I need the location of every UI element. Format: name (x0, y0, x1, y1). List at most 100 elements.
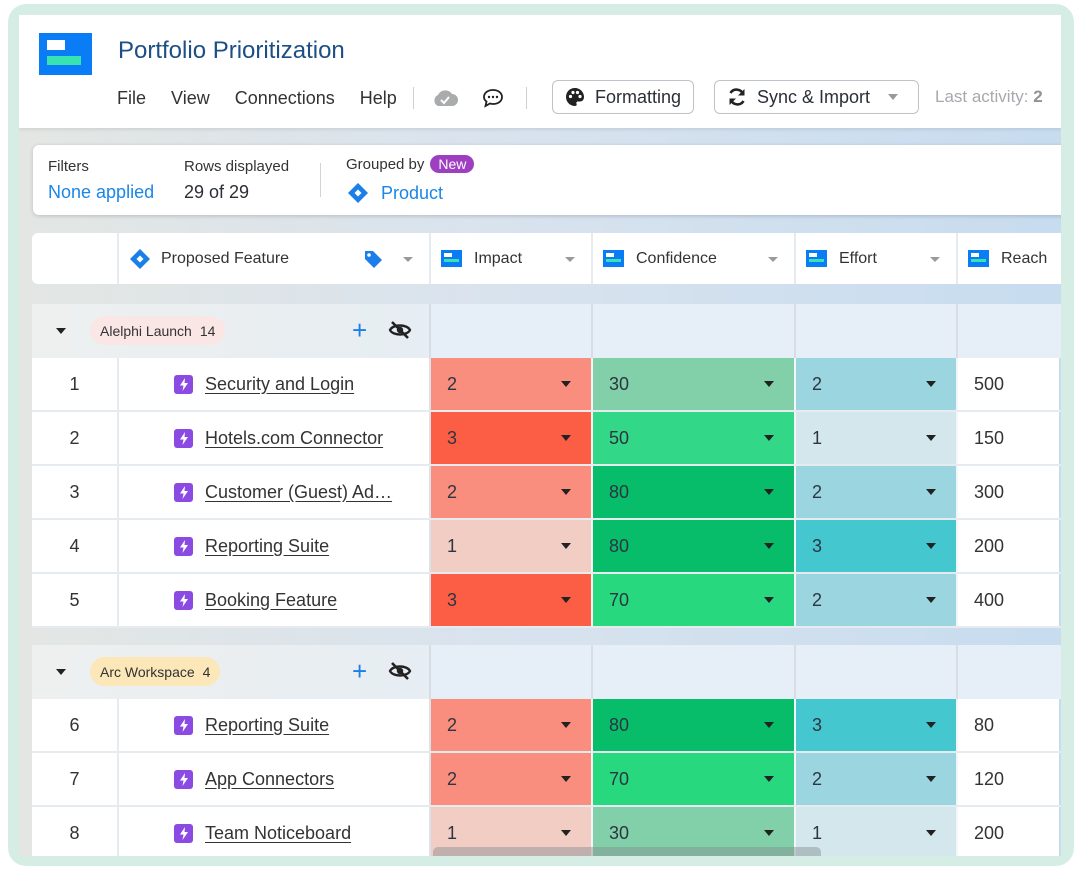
dropdown-arrow-icon[interactable] (764, 722, 774, 728)
dropdown-arrow-icon[interactable] (764, 489, 774, 495)
group-pill: Arc Workspace 4 (90, 657, 221, 686)
feature-link[interactable]: Booking Feature (205, 590, 337, 611)
collapse-toggle-icon[interactable] (56, 328, 66, 334)
app-logo-icon (39, 33, 92, 75)
dropdown-arrow-icon[interactable] (561, 597, 571, 603)
feature-link[interactable]: App Connectors (205, 769, 334, 790)
dropdown-arrow-icon[interactable] (926, 830, 936, 836)
dropdown-arrow-icon[interactable] (561, 543, 571, 549)
reach-cell[interactable]: 120 (958, 753, 1059, 805)
dropdown-arrow-icon[interactable] (926, 597, 936, 603)
impact-select[interactable]: 3 (431, 574, 593, 626)
confidence-select[interactable]: 70 (593, 753, 796, 805)
eye-slash-icon[interactable] (388, 320, 412, 345)
confidence-select[interactable]: 80 (593, 466, 796, 518)
cloud-check-icon[interactable] (432, 89, 458, 107)
chevron-down-icon[interactable] (565, 257, 575, 262)
dropdown-arrow-icon[interactable] (764, 597, 774, 603)
table-row[interactable]: 3 Customer (Guest) Ad… 2 80 2 300 (32, 466, 1061, 520)
feature-link[interactable]: Hotels.com Connector (205, 428, 383, 449)
effort-select[interactable]: 3 (796, 520, 958, 572)
formatting-button[interactable]: Formatting (552, 80, 695, 114)
dropdown-arrow-icon[interactable] (561, 435, 571, 441)
confidence-select[interactable]: 80 (593, 699, 796, 751)
table-row[interactable]: 4 Reporting Suite 1 80 3 200 (32, 520, 1061, 574)
dropdown-arrow-icon[interactable] (561, 489, 571, 495)
confidence-select[interactable]: 80 (593, 520, 796, 572)
effort-select[interactable]: 2 (796, 466, 958, 518)
menu-connections[interactable]: Connections (235, 88, 335, 109)
effort-select[interactable]: 2 (796, 358, 958, 410)
table-row[interactable]: 7 App Connectors 2 70 2 120 (32, 753, 1061, 807)
dropdown-arrow-icon[interactable] (764, 776, 774, 782)
effort-value: 1 (812, 822, 823, 843)
table-row[interactable]: 6 Reporting Suite 2 80 3 80 (32, 699, 1061, 753)
column-header-effort[interactable]: Effort (796, 233, 958, 284)
filters-value[interactable]: None applied (48, 182, 154, 203)
reach-cell[interactable]: 500 (958, 358, 1059, 410)
group-header-cell (431, 645, 593, 699)
dropdown-arrow-icon[interactable] (764, 381, 774, 387)
effort-select[interactable]: 2 (796, 574, 958, 626)
sync-import-button[interactable]: Sync & Import (714, 80, 919, 114)
impact-select[interactable]: 2 (431, 466, 593, 518)
horizontal-scrollbar[interactable] (433, 847, 821, 856)
column-header-feature[interactable]: Proposed Feature (119, 233, 431, 284)
table-row[interactable]: 2 Hotels.com Connector 3 50 1 150 (32, 412, 1061, 466)
chevron-down-icon[interactable] (768, 257, 778, 262)
reach-cell[interactable]: 150 (958, 412, 1059, 464)
menu-view[interactable]: View (171, 88, 210, 109)
dropdown-arrow-icon[interactable] (926, 776, 936, 782)
chat-bubble-icon[interactable] (482, 88, 504, 108)
feature-link[interactable]: Security and Login (205, 374, 354, 395)
reach-cell[interactable]: 400 (958, 574, 1059, 626)
tag-icon[interactable] (363, 249, 383, 269)
impact-select[interactable]: 2 (431, 699, 593, 751)
dropdown-arrow-icon[interactable] (561, 830, 571, 836)
menu-file[interactable]: File (117, 88, 146, 109)
reach-cell[interactable]: 80 (958, 699, 1059, 751)
confidence-select[interactable]: 50 (593, 412, 796, 464)
effort-select[interactable]: 2 (796, 753, 958, 805)
eye-slash-icon[interactable] (388, 661, 412, 686)
column-header-confidence[interactable]: Confidence (593, 233, 796, 284)
dropdown-arrow-icon[interactable] (561, 776, 571, 782)
chevron-down-icon[interactable] (930, 257, 940, 262)
chevron-down-icon[interactable] (403, 257, 413, 262)
impact-select[interactable]: 2 (431, 753, 593, 805)
dropdown-arrow-icon[interactable] (764, 435, 774, 441)
dropdown-arrow-icon[interactable] (561, 722, 571, 728)
add-row-icon[interactable]: + (352, 657, 367, 685)
confidence-select[interactable]: 30 (593, 358, 796, 410)
add-row-icon[interactable]: + (352, 316, 367, 344)
confidence-select[interactable]: 70 (593, 574, 796, 626)
collapse-toggle-icon[interactable] (56, 669, 66, 675)
column-header-impact[interactable]: Impact (431, 233, 593, 284)
dropdown-arrow-icon[interactable] (926, 722, 936, 728)
table-row[interactable]: 1 Security and Login 2 30 2 500 (32, 358, 1061, 412)
impact-select[interactable]: 1 (431, 520, 593, 572)
grouped-by-value[interactable]: Product (347, 182, 443, 204)
effort-select[interactable]: 1 (796, 412, 958, 464)
reach-cell[interactable]: 200 (958, 807, 1059, 856)
dropdown-arrow-icon[interactable] (926, 381, 936, 387)
reach-cell[interactable]: 300 (958, 466, 1059, 518)
dropdown-arrow-icon[interactable] (926, 543, 936, 549)
dropdown-arrow-icon[interactable] (764, 830, 774, 836)
dropdown-arrow-icon[interactable] (926, 489, 936, 495)
feature-link[interactable]: Team Noticeboard (205, 823, 351, 844)
column-header-reach[interactable]: Reach (958, 233, 1061, 284)
impact-select[interactable]: 2 (431, 358, 593, 410)
effort-select[interactable]: 3 (796, 699, 958, 751)
menu-help[interactable]: Help (360, 88, 397, 109)
feature-link[interactable]: Customer (Guest) Ad… (205, 482, 392, 503)
dropdown-arrow-icon[interactable] (561, 381, 571, 387)
reach-cell[interactable]: 200 (958, 520, 1059, 572)
feature-link[interactable]: Reporting Suite (205, 536, 329, 557)
table-row[interactable]: 5 Booking Feature 3 70 2 400 (32, 574, 1061, 628)
dropdown-arrow-icon[interactable] (764, 543, 774, 549)
impact-select[interactable]: 3 (431, 412, 593, 464)
feature-link[interactable]: Reporting Suite (205, 715, 329, 736)
feature-cell: Booking Feature (119, 574, 431, 626)
dropdown-arrow-icon[interactable] (926, 435, 936, 441)
